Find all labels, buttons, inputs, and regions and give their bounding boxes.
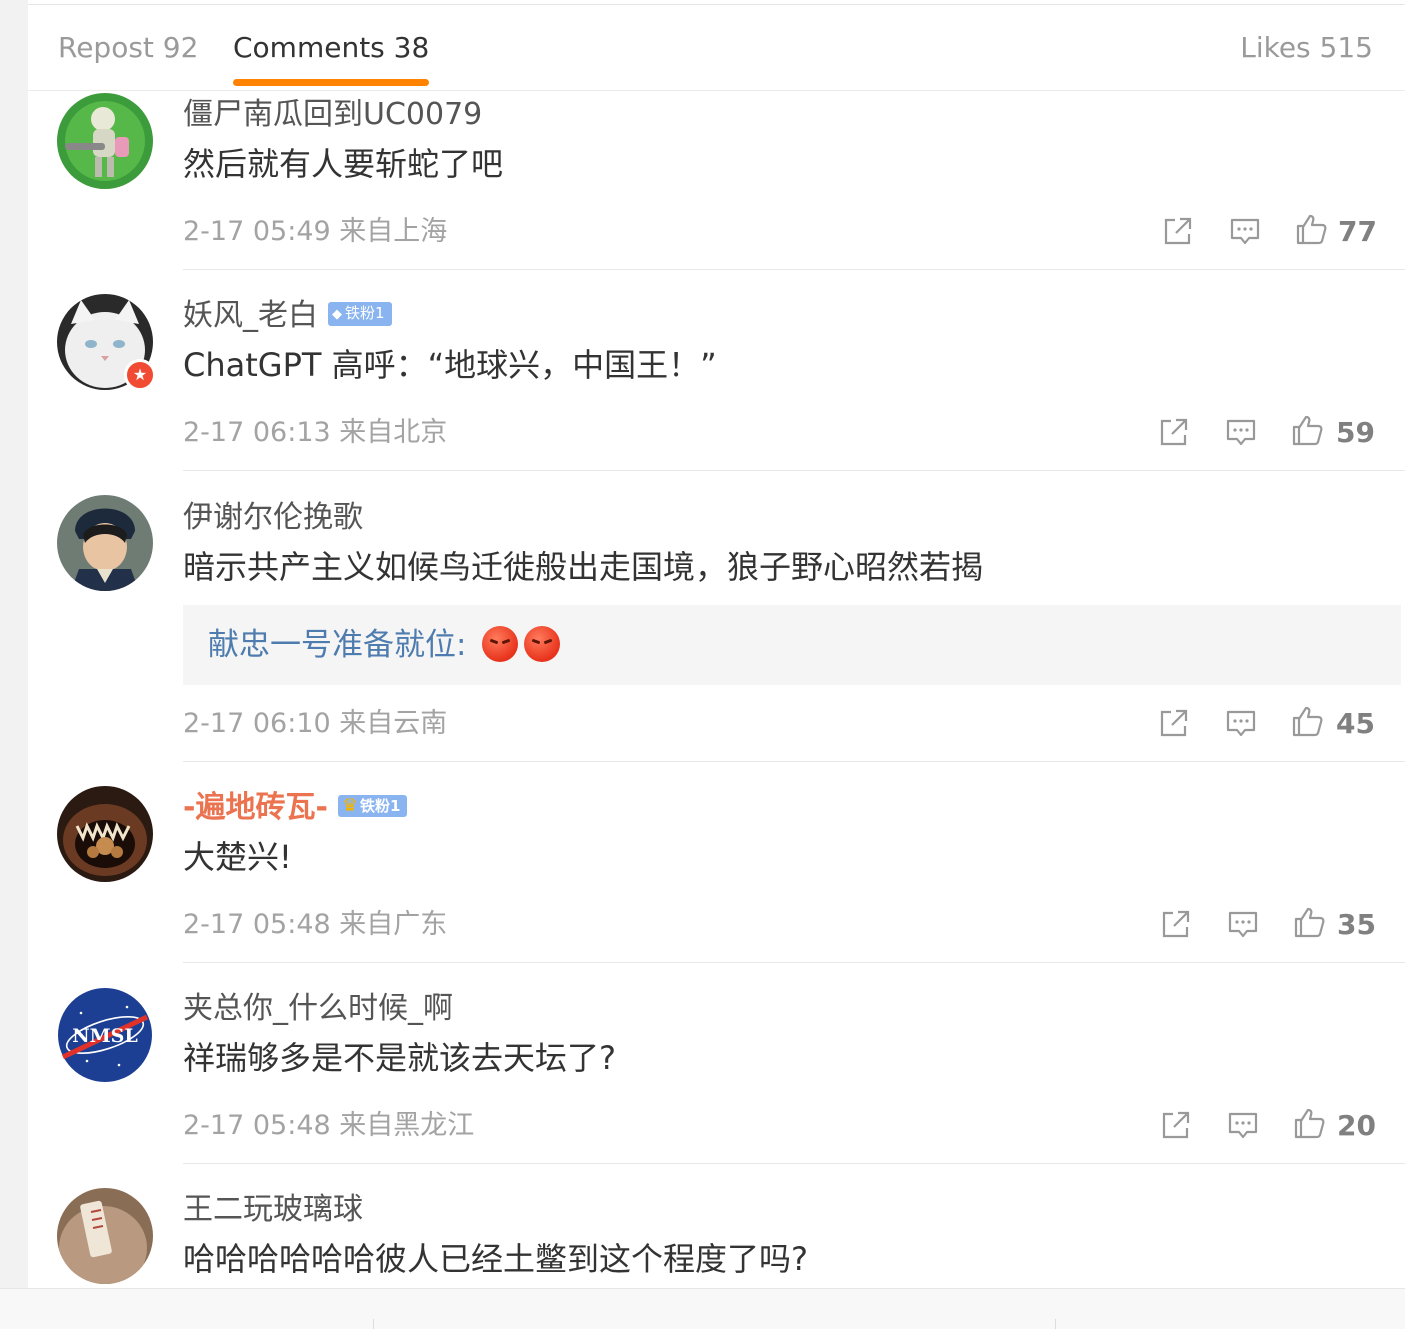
username[interactable]: 妖风_老白 ◆ 铁粉1: [183, 296, 392, 336]
comment-location: 来自云南: [339, 708, 448, 739]
avatar[interactable]: [57, 1188, 153, 1284]
tab-bar: Repost 92 Comments 38 Likes 515: [28, 5, 1405, 91]
crown-icon: ♛: [341, 794, 359, 816]
comment-meta: 2-17 05:48 来自黑龙江: [183, 1108, 474, 1144]
reply-line: 献忠一号准备就位:: [208, 624, 561, 666]
avatar-image-logo: NMSL: [57, 987, 153, 1083]
tab-likes[interactable]: Likes 515: [1240, 31, 1373, 64]
comment-meta: 2-17 06:13 来自北京: [183, 415, 447, 451]
fan-badge: ♛ 铁粉1: [337, 794, 408, 817]
like-count[interactable]: 59: [1336, 415, 1375, 451]
comment-icon[interactable]: [1224, 706, 1258, 740]
comment-icon[interactable]: [1228, 214, 1262, 248]
fan-badge: ◆ 铁粉1: [328, 301, 392, 326]
comment-time: 2-17 05:48: [183, 1110, 331, 1141]
comment-location: 来自黑龙江: [339, 1110, 475, 1141]
comment-text: 哈哈哈哈哈哈彼人已经土鳖到这个程度了吗?: [183, 1240, 808, 1278]
share-icon[interactable]: [1159, 907, 1193, 941]
comment-meta: 2-17 05:48 来自广东: [183, 907, 447, 943]
thumbs-up-icon[interactable]: [1290, 413, 1324, 447]
reply-username[interactable]: 献忠一号准备就位: [208, 627, 456, 663]
comment-meta: 2-17 06:10 来自云南: [183, 706, 447, 742]
share-icon[interactable]: [1161, 214, 1195, 248]
comment-location: 来自上海: [339, 216, 448, 247]
comment-item: -遍地砖瓦- ♛ 铁粉1 大楚兴! 2-17 05:48 来自广东 35: [28, 762, 1405, 963]
share-icon[interactable]: [1159, 1108, 1193, 1142]
comment-text: 祥瑞够多是不是就该去天坛了?: [183, 1039, 616, 1077]
comments-panel: Repost 92 Comments 38 Likes 515 僵尸南瓜回到UC…: [28, 0, 1405, 1288]
avatar[interactable]: [57, 495, 153, 591]
thumbs-up-icon[interactable]: [1292, 905, 1326, 939]
share-icon[interactable]: [1157, 706, 1191, 740]
angry-emoji-icon: [524, 625, 561, 662]
like-count[interactable]: 45: [1336, 706, 1375, 742]
username[interactable]: 僵尸南瓜回到UC0079: [183, 95, 482, 135]
avatar-image-monster: [57, 786, 153, 882]
comment-location: 来自广东: [339, 909, 448, 940]
comment-text: 然后就有人要斩蛇了吧: [183, 145, 504, 183]
comment-text: 暗示共产主义如候鸟迁徙般出走国境，狼子野心昭然若揭: [183, 548, 984, 586]
comment-item: 僵尸南瓜回到UC0079 然后就有人要斩蛇了吧 2-17 05:49 来自上海 …: [28, 90, 1405, 270]
comment-item: NMSL 夹总你_什么时候_啊 祥瑞够多是不是就该去天坛了? 2-17 05:4…: [28, 963, 1405, 1164]
comment-item: 王二玩玻璃球 哈哈哈哈哈哈彼人已经土鳖到这个程度了吗?: [28, 1164, 1405, 1288]
avatar-logo-text: NMSL: [72, 1025, 137, 1047]
avatar[interactable]: [57, 786, 153, 882]
comment-item: 伊谢尔伦挽歌 暗示共产主义如候鸟迁徙般出走国境，狼子野心昭然若揭 献忠一号准备就…: [28, 471, 1405, 762]
comment-time: 2-17 06:10: [183, 708, 331, 739]
like-count[interactable]: 77: [1338, 214, 1377, 250]
comment-meta: 2-17 05:49 来自上海: [183, 214, 447, 250]
bottom-action-bar: [0, 1288, 1405, 1329]
comment-location: 来自北京: [339, 417, 448, 448]
vip-star-icon: ★: [124, 359, 156, 391]
reply-separator: :: [456, 627, 467, 663]
comment-time: 2-17 05:49: [183, 216, 331, 247]
username[interactable]: -遍地砖瓦- ♛ 铁粉1: [183, 788, 408, 828]
active-tab-indicator: [233, 79, 430, 86]
tab-comments-label: Comments 38: [233, 31, 430, 64]
thumbs-up-icon[interactable]: [1290, 704, 1324, 738]
comment-item: ★ 妖风_老白 ◆ 铁粉1 ChatGPT 高呼：“地球兴，中国王！” 2-17 0…: [28, 270, 1405, 471]
avatar-image-zombie: [57, 93, 153, 189]
username[interactable]: 伊谢尔伦挽歌: [183, 498, 363, 538]
avatar-image-anime: [57, 495, 153, 591]
thumbs-up-icon[interactable]: [1294, 212, 1328, 246]
comment-time: 2-17 05:48: [183, 909, 331, 940]
avatar[interactable]: [57, 93, 153, 189]
comment-time: 2-17 06:13: [183, 417, 331, 448]
comment-icon[interactable]: [1226, 907, 1260, 941]
username-text: 妖风_老白: [183, 298, 318, 333]
username[interactable]: 夹总你_什么时候_啊: [183, 989, 453, 1029]
angry-emoji-icon: [482, 625, 519, 662]
thumbs-up-icon[interactable]: [1292, 1106, 1326, 1140]
comment-text: ChatGPT 高呼：“地球兴，中国王！”: [183, 346, 717, 384]
reply-preview[interactable]: 献忠一号准备就位:: [183, 605, 1401, 685]
fan-badge-label: 铁粉1: [345, 303, 385, 322]
username-text: -遍地砖瓦-: [183, 790, 328, 825]
fan-badge-label: 铁粉1: [360, 796, 401, 815]
tab-comments[interactable]: Comments 38: [233, 31, 430, 86]
like-count[interactable]: 35: [1337, 907, 1376, 943]
diamond-icon: ◆: [332, 306, 342, 322]
avatar-image-photo: [57, 1188, 153, 1284]
username[interactable]: 王二玩玻璃球: [183, 1190, 363, 1230]
share-icon[interactable]: [1157, 415, 1191, 449]
comment-icon[interactable]: [1224, 415, 1258, 449]
comment-icon[interactable]: [1226, 1108, 1260, 1142]
tab-repost[interactable]: Repost 92: [58, 31, 198, 64]
like-count[interactable]: 20: [1337, 1108, 1376, 1144]
avatar[interactable]: NMSL: [57, 987, 153, 1083]
comment-text: 大楚兴!: [183, 838, 292, 876]
